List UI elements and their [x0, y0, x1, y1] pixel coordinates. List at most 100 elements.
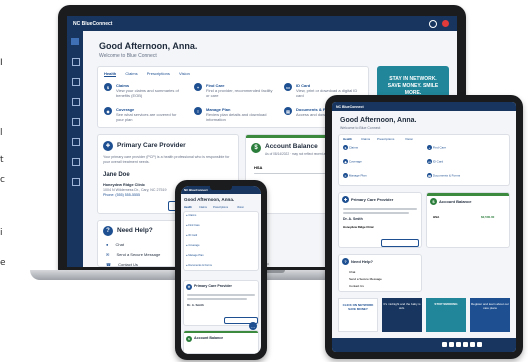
doctor-icon: ✚ — [103, 141, 113, 151]
help-item-label[interactable]: Contact Us — [349, 284, 364, 288]
pcp-phone[interactable]: Phone: (555) 555-5555 — [103, 193, 140, 197]
promo-text: STAY IN NETWORK. SAVE MONEY. SMILE MORE. — [387, 76, 439, 96]
accent-bar — [427, 193, 509, 196]
tab-health[interactable]: Health — [104, 71, 117, 77]
help-item-label: Contact Us — [118, 262, 138, 267]
help-secure-message[interactable]: ✉ Send a Secure Message — [106, 252, 160, 257]
phone-icon: ☎ — [106, 262, 111, 267]
quick-link-title: Find Care — [188, 224, 200, 227]
tab-vision[interactable]: Vision — [179, 71, 190, 76]
mini-promo-3[interactable]: STOP SMOKING — [426, 298, 466, 332]
quick-link-find-care[interactable]: ● Find Care — [186, 224, 200, 227]
quick-link-find-care[interactable]: + Find Care — [427, 145, 446, 150]
quick-link-claims[interactable]: $ Claims — [343, 145, 358, 150]
quick-link-desc: View your claims and summaries of benefi… — [116, 88, 179, 98]
rail-pharmacy-icon[interactable] — [72, 98, 80, 106]
chat-fab[interactable]: … — [249, 322, 257, 330]
quick-link-claims[interactable]: $ Claims View your claims and summaries … — [104, 83, 184, 98]
mini-promo-2[interactable]: It's midnight and the baby is sick. — [382, 298, 422, 332]
quick-link-manage-plan[interactable]: ● Manage Plan — [186, 254, 204, 257]
text-line — [343, 212, 409, 214]
pcp-title: Primary Care Provider — [194, 284, 232, 288]
rail-home-icon[interactable] — [71, 38, 79, 45]
help-item-label[interactable]: Chat — [349, 270, 355, 274]
rail-claims-icon[interactable] — [72, 58, 80, 66]
quick-link-find-care[interactable]: + Find Care Find a provider, recommended… — [194, 83, 274, 98]
tab-health[interactable]: Health — [184, 206, 192, 209]
social-icon[interactable] — [470, 342, 475, 347]
help-contact-us[interactable]: ☎ Contact Us — [106, 262, 138, 267]
social-icon[interactable] — [449, 342, 454, 347]
pcp-address: 1004 N Wilderness Dr., Cary, NC 27519 — [103, 188, 167, 192]
change-pcp-button[interactable] — [381, 239, 419, 247]
quick-link-title: Claims — [348, 145, 359, 150]
brand-logo[interactable]: NC BlueConnect — [73, 21, 112, 27]
help-item-label[interactable]: Send a Secure Message — [349, 277, 382, 281]
shield-icon: ◆ — [104, 107, 112, 115]
rail-settings-icon[interactable] — [72, 158, 80, 166]
rail-logout-icon[interactable] — [72, 178, 80, 186]
edge-text: e — [0, 258, 6, 268]
help-icon: ? — [342, 258, 349, 265]
quick-link-title: Manage Plan — [188, 254, 204, 257]
tablet-screen: NC BlueConnect Good Afternoon, Anna. Wel… — [332, 102, 516, 352]
top-nav: NC BlueConnect — [67, 16, 457, 31]
mini-promo-1[interactable]: CLICK ON NETWORK SAVE MONEY — [338, 298, 378, 332]
text-line — [187, 294, 255, 296]
social-icon[interactable] — [442, 342, 447, 347]
need-help-title: Need Help? — [351, 259, 374, 264]
quick-link-id-card[interactable]: ● ID Card — [186, 234, 197, 237]
pcp-name: Dr. A. Smith — [187, 303, 204, 307]
avatar[interactable] — [442, 19, 449, 27]
quick-link-manage-plan[interactable]: ≡ Manage Plan Review plan details and do… — [194, 107, 274, 122]
social-icon[interactable] — [456, 342, 461, 347]
quick-link-title: Manage Plan — [348, 173, 367, 178]
quick-link-coverage[interactable]: ◆ Coverage See what services are covered… — [104, 107, 184, 122]
quick-links-card: Health Claims Prescriptions Vision $ Cla… — [338, 134, 510, 186]
quick-link-title: Claims — [188, 214, 197, 217]
pcp-name: Dr. A. Smith — [343, 217, 363, 221]
balance-title: Account Balance — [439, 199, 472, 204]
quick-link-coverage[interactable]: ◆ Coverage — [343, 159, 362, 164]
rail-documents-icon[interactable] — [72, 138, 80, 146]
tab-vision[interactable]: Vision — [237, 206, 244, 209]
help-chat[interactable]: ● Chat — [106, 242, 124, 247]
tab-prescriptions[interactable]: Prescriptions — [377, 137, 394, 141]
quick-link-manage-plan[interactable]: ≡ Manage Plan — [343, 173, 367, 178]
quick-link-id-card[interactable]: ▭ ID Card — [427, 159, 443, 164]
need-help-card: ? Need Help? Chat Send a Secure Message … — [338, 254, 422, 292]
account-balance-card: $ Account Balance HSA $2,500.00 — [426, 192, 510, 248]
quick-link-claims[interactable]: ● Claims — [186, 214, 196, 217]
edge-text: c — [0, 175, 5, 185]
document-icon: ▤ — [427, 173, 432, 178]
envelope-icon: ✉ — [106, 252, 110, 257]
social-icon[interactable] — [477, 342, 482, 347]
brand-logo[interactable]: NC BlueConnect — [184, 188, 208, 192]
social-icon[interactable] — [463, 342, 468, 347]
mini-promo-4[interactable]: Register and learn about our care plans — [470, 298, 510, 332]
page-title: Good Afternoon, Anna. — [184, 197, 235, 202]
quick-link-desc: See what services are covered for your p… — [116, 112, 177, 122]
quick-link-title: Find Care — [432, 145, 447, 150]
tab-vision[interactable]: Vision — [405, 137, 413, 141]
tab-prescriptions[interactable]: Prescriptions — [213, 206, 228, 209]
pcp-clinic: Honeydew Ridge Clinic — [343, 225, 374, 229]
tab-claims[interactable]: Claims — [125, 71, 137, 76]
tab-claims[interactable]: Claims — [361, 137, 370, 141]
tab-prescriptions[interactable]: Prescriptions — [147, 71, 170, 76]
rail-find-care-icon[interactable] — [72, 118, 80, 126]
edge-text: t — [0, 155, 4, 165]
quick-link-documents[interactable]: ▤ Documents & Forms — [427, 173, 460, 178]
rail-message-icon[interactable] — [72, 78, 80, 86]
promo-text: STOP SMOKING — [434, 302, 458, 306]
quick-link-coverage[interactable]: ● Coverage — [186, 244, 200, 247]
tab-claims[interactable]: Claims — [199, 206, 207, 209]
brand-logo[interactable]: NC BlueConnect — [336, 105, 364, 109]
phone-screen: NC BlueConnect Good Afternoon, Anna. Hea… — [181, 186, 261, 354]
balance-amount: $2,500.00 — [481, 215, 495, 219]
help-item-label: Send a Secure Message — [116, 252, 161, 257]
quick-link-documents[interactable]: ● Documents & Forms — [186, 264, 212, 267]
quick-link-title: Coverage — [348, 159, 362, 164]
search-icon[interactable] — [429, 19, 437, 28]
tab-health[interactable]: Health — [343, 137, 352, 141]
